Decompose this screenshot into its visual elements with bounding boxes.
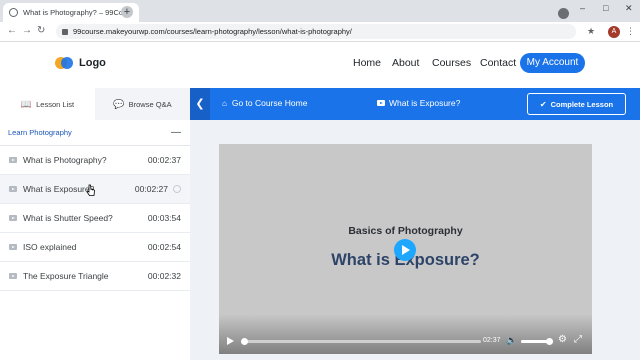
lesson-duration: 00:02:54 [147,242,181,252]
address-bar: ← → ↻ 99course.makeyourwp.com/courses/le… [0,22,640,42]
course-home-link[interactable]: ⌂ Go to Course Home [222,98,307,108]
close-window-button[interactable]: ✕ [625,3,633,14]
settings-icon[interactable]: ⚙ [558,334,567,345]
collapse-icon[interactable]: — [171,127,181,138]
mouse-cursor-icon [86,184,95,196]
my-account-button[interactable]: My Account [520,53,585,73]
lesson-item[interactable]: The Exposure Triangle 00:02:32 [0,262,190,291]
bookmark-star-icon[interactable]: ★ [587,26,595,37]
video-icon [377,100,385,106]
progress-handle[interactable] [241,338,248,345]
complete-lesson-label: Complete Lesson [550,99,614,109]
tab-label: Browse Q&A [128,99,172,109]
complete-lesson-button[interactable]: ✔ Complete Lesson [527,93,626,115]
chat-icon: 💬 [113,98,125,109]
progress-bar[interactable] [241,338,481,345]
video-icon [9,215,17,221]
profile-avatar[interactable]: A [608,26,620,38]
lesson-item[interactable]: ISO explained 00:02:54 [0,233,190,262]
book-icon: 📖 [20,98,33,109]
tab-browse-qa[interactable]: 💬 Browse Q&A [95,88,190,120]
topic-title: Learn Photography [8,128,72,137]
maximize-button[interactable]: □ [603,3,608,13]
lesson-duration: 00:03:54 [147,213,181,223]
url-field[interactable]: 99course.makeyourwp.com/courses/learn-ph… [56,24,576,39]
nav-contact[interactable]: Contact [480,57,516,69]
tab-label: Lesson List [36,99,75,109]
minimize-button[interactable]: – [580,3,585,13]
site-logo[interactable]: Logo [55,57,106,69]
nav-courses[interactable]: Courses [432,57,471,69]
video-controls: 02:37 🔈 ⚙ ⤢ [219,314,592,354]
lesson-title: What is Photography? [23,155,107,165]
lesson-duration: 00:02:37 [147,155,181,165]
nav-about[interactable]: About [392,57,419,69]
lesson-sidebar: 📖 Lesson List 💬 Browse Q&A Learn Photogr… [0,88,190,360]
volume-slider[interactable] [521,338,553,345]
sidebar-toggle-button[interactable]: ❮ [190,88,210,120]
lesson-item[interactable]: What is Shutter Speed? 00:03:54 [0,204,190,233]
course-home-label: Go to Course Home [231,98,308,108]
current-lesson-label: What is Exposure? [389,98,461,108]
new-tab-button[interactable]: + [121,6,133,18]
big-play-button[interactable] [394,239,416,261]
profile-indicator-icon[interactable] [558,8,569,19]
lesson-title: The Exposure Triangle [23,271,109,281]
check-icon: ✔ [539,99,547,109]
current-lesson-title: What is Exposure? [377,98,460,108]
globe-icon [9,8,18,17]
back-button[interactable]: ← [7,25,17,36]
lesson-title: What is Shutter Speed? [23,213,113,223]
browser-tab-bar: What is Photography? – 99Cour... × + – □… [0,0,640,22]
lesson-item[interactable]: What is Exposure? 00:02:27 [0,175,190,204]
home-icon: ⌂ [222,98,227,108]
browser-tab-title: What is Photography? – 99Cour... [23,8,124,17]
video-player[interactable]: Basics of Photography What is Exposure? … [219,144,592,354]
url-text[interactable]: 99course.makeyourwp.com/courses/learn-ph… [73,27,352,36]
forward-button[interactable]: → [22,25,32,36]
video-time: 02:37 [483,337,501,344]
lesson-duration: 00:02:27 [134,184,168,194]
browser-tab[interactable]: What is Photography? – 99Cour... × [3,3,139,22]
video-icon [9,273,17,279]
browser-menu-icon[interactable]: ⋮ [626,26,635,37]
lesson-complete-checkbox[interactable] [173,185,181,193]
volume-handle[interactable] [546,338,553,345]
site-header: Logo Home About Courses Contact My Accou… [0,42,640,88]
tab-lesson-list[interactable]: 📖 Lesson List [0,88,95,120]
topic-header[interactable]: Learn Photography — [0,120,190,146]
logo-text: Logo [79,57,106,69]
lesson-top-bar: ❮ ⌂ Go to Course Home What is Exposure? … [190,88,640,120]
reload-button[interactable]: ↻ [37,25,45,36]
play-icon[interactable] [227,337,234,345]
volume-icon[interactable]: 🔈 [506,335,517,346]
sidebar-tabs: 📖 Lesson List 💬 Browse Q&A [0,88,190,120]
video-icon [9,244,17,250]
lesson-item[interactable]: What is Photography? 00:02:37 [0,146,190,175]
logo-circle-icon [61,57,73,69]
video-subtitle: Basics of Photography [348,225,463,237]
nav-home[interactable]: Home [353,57,381,69]
fullscreen-icon[interactable]: ⤢ [574,334,582,345]
lesson-title: ISO explained [23,242,77,252]
video-icon [9,157,17,163]
lock-icon [62,28,68,35]
lesson-duration: 00:02:32 [147,271,181,281]
lesson-title: What is Exposure? [23,184,95,194]
video-icon [9,186,17,192]
